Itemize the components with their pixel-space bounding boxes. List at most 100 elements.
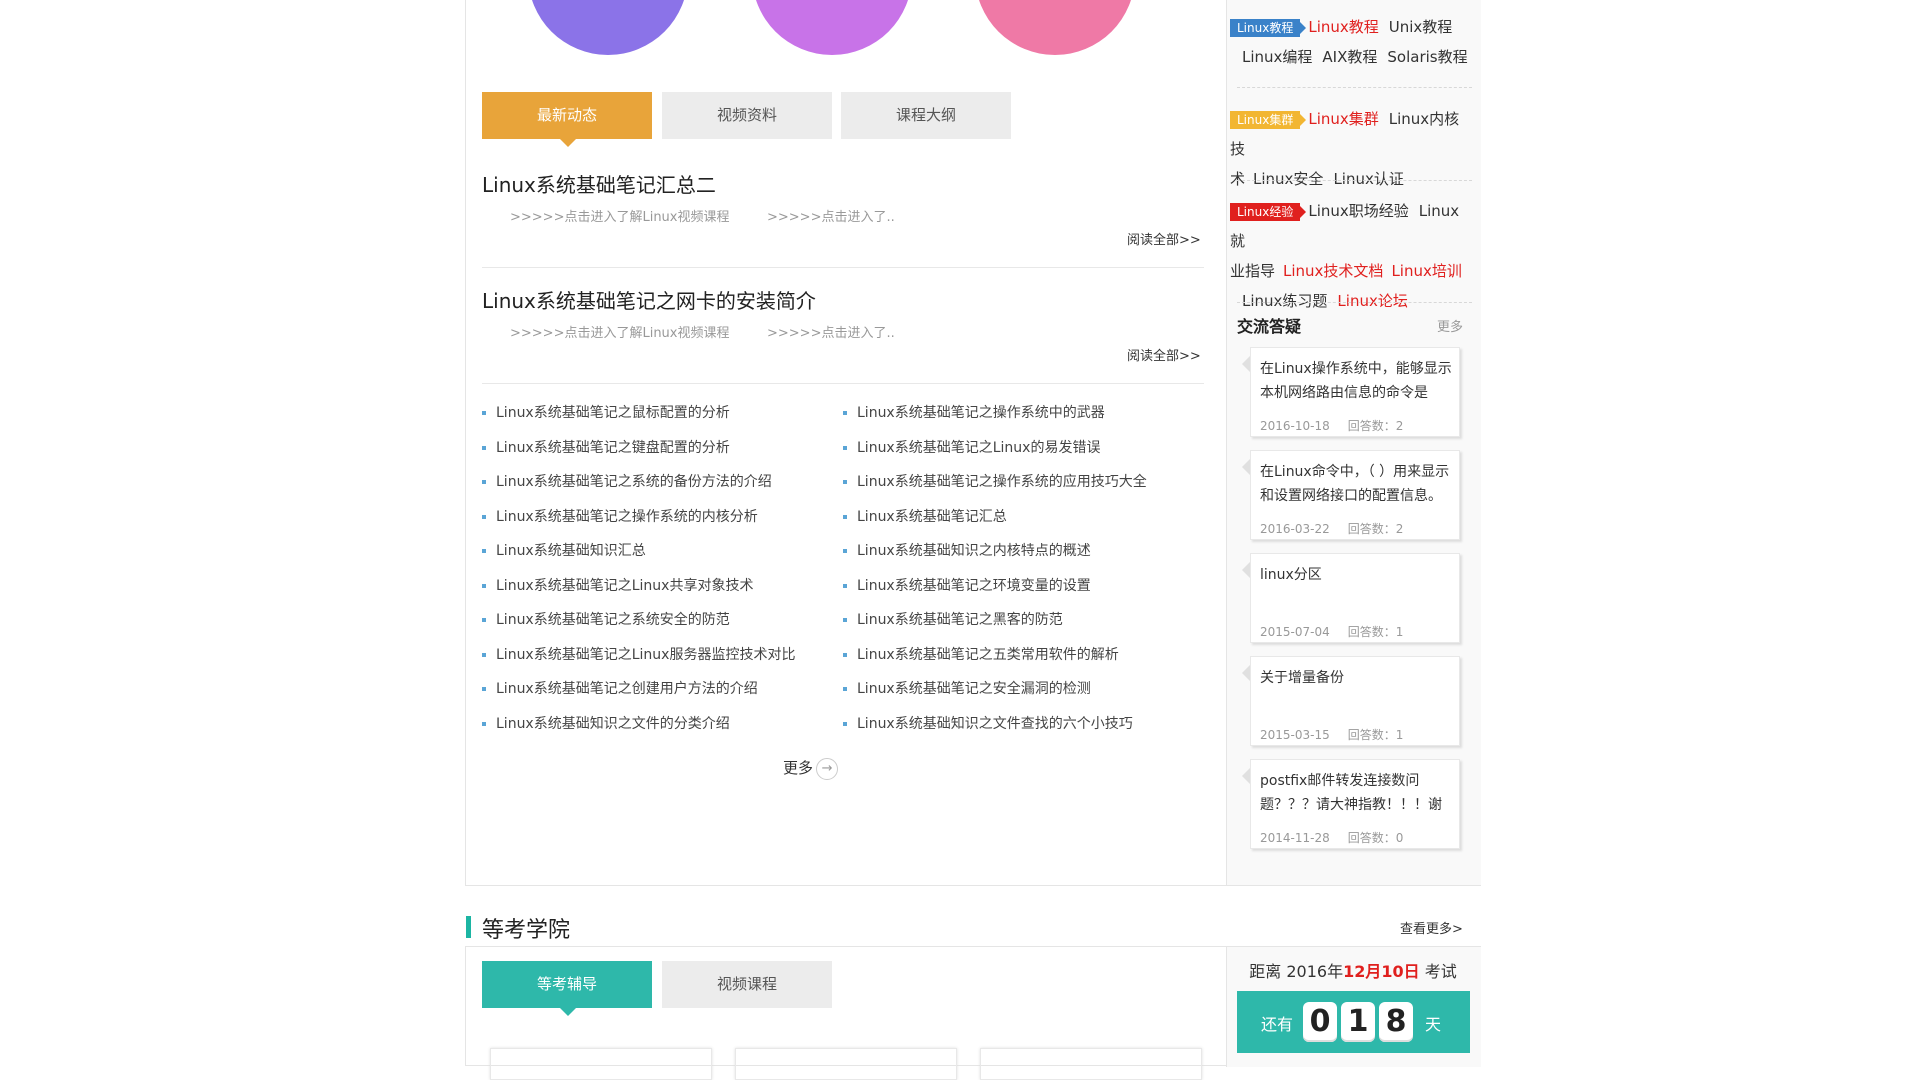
arrow-right-icon: →	[816, 757, 839, 780]
qa-section-title: 交流答疑	[1237, 317, 1302, 336]
list-item[interactable]: Linux系统基础笔记之五类常用软件的解析	[843, 644, 1147, 679]
countdown-caption: 距离 2016年12月10日 考试	[1226, 958, 1480, 982]
list-item[interactable]: Linux系统基础知识汇总	[482, 540, 795, 575]
qa-date: 2015-03-15	[1260, 728, 1330, 742]
read-all-link[interactable]: 阅读全部>>	[1127, 345, 1201, 364]
bullet-icon	[843, 411, 847, 415]
bullet-icon	[482, 721, 486, 726]
more-button[interactable]: 更多 →	[783, 757, 839, 780]
countdown-suffix: 考试	[1419, 962, 1457, 981]
tag-link[interactable]: Unix教程	[1389, 18, 1453, 36]
list-item[interactable]: Linux系统基础知识之文件查找的六个小技巧	[843, 713, 1147, 748]
qa-more-link[interactable]: 更多	[1437, 316, 1463, 335]
tab-latest-news[interactable]: 最新动态	[482, 92, 652, 147]
list-item[interactable]: Linux系统基础笔记之安全漏洞的检测	[843, 678, 1147, 713]
qa-meta: 2016-10-18 回答数：2	[1260, 417, 1403, 434]
article-title[interactable]: Linux系统基础笔记汇总二	[482, 169, 716, 198]
article-list-right: Linux系统基础笔记之操作系统中的武器 Linux系统基础笔记之Linux的易发…	[843, 402, 1147, 747]
list-item[interactable]: Linux系统基础笔记之操作系统中的武器	[843, 402, 1147, 437]
list-item[interactable]: Linux系统基础笔记之键盘配置的分析	[482, 437, 795, 472]
list-item[interactable]: Linux系统基础笔记之环境变量的设置	[843, 575, 1147, 610]
tag-link[interactable]: Linux论坛	[1337, 292, 1407, 310]
countdown-box: 还有 0 1 8 天	[1237, 991, 1470, 1053]
list-item-label: Linux系统基础笔记之黑客的防范	[857, 612, 1063, 628]
tab-video-courses[interactable]: 视频课程	[662, 961, 832, 1008]
qa-date: 2014-11-28	[1260, 831, 1330, 845]
bullet-icon	[482, 514, 486, 519]
divider	[1237, 180, 1472, 181]
list-item-label: Linux系统基础笔记汇总	[857, 508, 1007, 525]
course-card[interactable]	[980, 1048, 1202, 1080]
list-item[interactable]: Linux系统基础笔记汇总	[843, 506, 1147, 541]
tag-link[interactable]: 术	[1230, 170, 1245, 188]
qa-question: 在Linux命令中，（ ）用来显示和设置网络接口的配置信息。	[1260, 464, 1450, 504]
bullet-icon	[482, 411, 486, 415]
bullet-icon	[843, 652, 847, 657]
qa-question: postfix邮件转发连接数问题？？？请大神指教！！！谢	[1260, 773, 1442, 813]
qa-card[interactable]: 在Linux命令中，（ ）用来显示和设置网络接口的配置信息。 2016-03-2…	[1242, 450, 1460, 540]
bullet-icon	[482, 687, 486, 691]
tag-link[interactable]: AIX教程	[1322, 48, 1377, 66]
tag-link[interactable]: Linux练习题	[1242, 292, 1327, 310]
qa-card[interactable]: linux分区 2015-07-04 回答数：1	[1242, 553, 1460, 643]
section-accent-bar	[466, 916, 471, 938]
tab-video-materials[interactable]: 视频资料	[662, 92, 832, 139]
article-video-link[interactable]: >>>>>点击进入了解Linux视频课程	[510, 322, 730, 341]
article-video-link[interactable]: >>>>>点击进入了解Linux视频课程	[510, 206, 730, 225]
tag-link[interactable]: Linux认证	[1333, 170, 1403, 188]
article-more-link[interactable]: >>>>>点击进入了..	[767, 322, 895, 341]
qa-card[interactable]: 在Linux操作系统中，能够显示本机网络路由信息的命令是 2016-10-18 回…	[1242, 347, 1460, 437]
article-more-link[interactable]: >>>>>点击进入了..	[767, 206, 895, 225]
list-item[interactable]: Linux系统基础笔记之系统的备份方法的介绍	[482, 471, 795, 506]
tag-link[interactable]: Linux集群	[1308, 110, 1378, 128]
tag-link[interactable]: Linux职场经验	[1308, 202, 1408, 220]
tag-link[interactable]: Linux培训	[1391, 262, 1461, 280]
read-all-link[interactable]: 阅读全部>>	[1127, 229, 1201, 248]
article-title[interactable]: Linux系统基础笔记之网卡的安装简介	[482, 285, 816, 314]
countdown-date: 12月10日	[1343, 962, 1420, 981]
divider	[482, 383, 1204, 384]
list-item[interactable]: Linux系统基础笔记之黑客的防范	[843, 609, 1147, 644]
list-item[interactable]: Linux系统基础笔记之Linux服务器监控技术对比	[482, 644, 795, 679]
qa-card[interactable]: postfix邮件转发连接数问题？？？请大神指教！！！谢 2014-11-28 回…	[1242, 759, 1460, 849]
bullet-icon	[843, 687, 847, 691]
list-item[interactable]: Linux系统基础笔记之创建用户方法的介绍	[482, 678, 795, 713]
tag-link[interactable]: Linux编程	[1242, 48, 1312, 66]
qa-answer-count: 回答数：1	[1347, 625, 1404, 639]
course-card[interactable]	[490, 1048, 712, 1080]
list-item-label: Linux系统基础笔记之安全漏洞的检测	[857, 681, 1091, 697]
bullet-icon	[482, 618, 486, 622]
tag-badge: Linux集群	[1230, 110, 1307, 129]
list-item[interactable]: Linux系统基础笔记之Linux的易发错误	[843, 437, 1147, 472]
tab-exam-tutoring[interactable]: 等考辅导	[482, 961, 652, 1016]
qa-question: 在Linux操作系统中，能够显示本机网络路由信息的命令是	[1260, 361, 1452, 401]
tag-link[interactable]: Linux技术文档	[1283, 262, 1383, 280]
list-item-label: Linux系统基础笔记之Linux的易发错误	[857, 439, 1101, 456]
list-item[interactable]: Linux系统基础知识之内核特点的概述	[843, 540, 1147, 575]
list-item-label: Linux系统基础笔记之系统的备份方法的介绍	[496, 474, 772, 490]
bullet-icon	[843, 514, 847, 519]
qa-card[interactable]: 关于增量备份 2015-03-15 回答数：1	[1242, 656, 1460, 746]
list-item[interactable]: Linux系统基础笔记之系统安全的防范	[482, 609, 795, 644]
divider	[1237, 87, 1472, 88]
qa-date: 2016-03-22	[1260, 522, 1330, 536]
qa-answer-count: 回答数：2	[1347, 522, 1404, 536]
list-item[interactable]: Linux系统基础笔记之鼠标配置的分析	[482, 402, 795, 437]
tag-link[interactable]: 业指导	[1230, 262, 1275, 280]
countdown-left-label: 还有	[1261, 1015, 1294, 1034]
list-item[interactable]: Linux系统基础知识之文件的分类介绍	[482, 713, 795, 748]
list-item[interactable]: Linux系统基础笔记之操作系统的应用技巧大全	[843, 471, 1147, 506]
list-item-label: Linux系统基础知识汇总	[496, 543, 646, 559]
list-item[interactable]: Linux系统基础笔记之操作系统的内核分析	[482, 506, 795, 541]
list-item-label: Linux系统基础笔记之Linux共享对象技术	[496, 577, 754, 594]
course-card[interactable]	[735, 1048, 957, 1080]
list-item-label: Linux系统基础笔记之操作系统中的武器	[857, 405, 1105, 421]
tab-course-outline[interactable]: 课程大纲	[841, 92, 1011, 139]
list-item[interactable]: Linux系统基础笔记之Linux共享对象技术	[482, 575, 795, 610]
view-more-link[interactable]: 查看更多>	[1400, 918, 1463, 937]
tag-link[interactable]: Linux教程	[1308, 18, 1378, 36]
qa-answer-count: 回答数：0	[1347, 831, 1404, 845]
tag-group-linux-experience: Linux经验 Linux职场经验 Linux就 业指导 Linux技术文档 Linux…	[1230, 196, 1474, 316]
tag-link[interactable]: Solaris教程	[1387, 48, 1467, 66]
tag-link[interactable]: Linux安全	[1253, 170, 1323, 188]
